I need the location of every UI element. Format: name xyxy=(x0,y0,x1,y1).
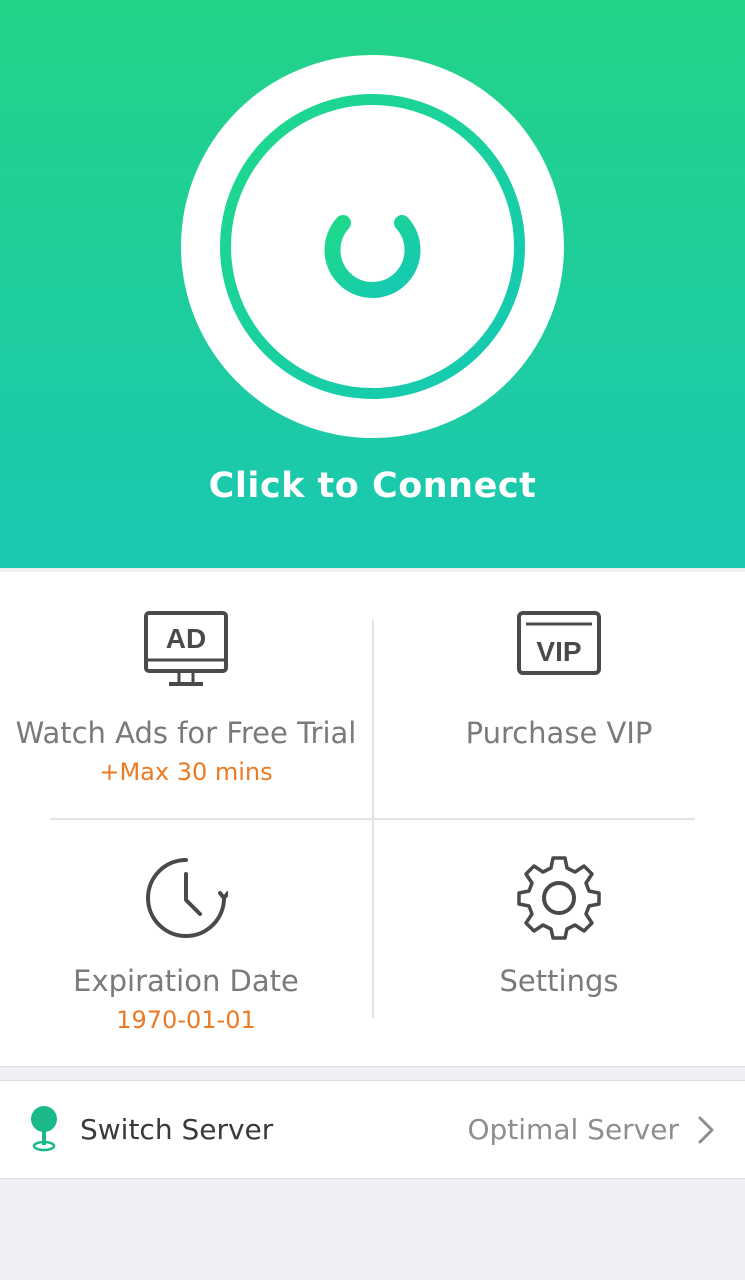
feature-grid: AD Watch Ads for Free Trial +Max 30 mins… xyxy=(0,572,745,1067)
svg-text:AD: AD xyxy=(166,623,206,654)
power-icon xyxy=(220,94,525,399)
watch-ads-subtitle: +Max 30 mins xyxy=(99,758,273,786)
switch-server-row[interactable]: Switch Server Optimal Server xyxy=(0,1080,745,1179)
connect-button[interactable] xyxy=(181,55,564,438)
svg-text:VIP: VIP xyxy=(536,636,581,667)
hero-section: Click to Connect xyxy=(0,0,745,568)
clock-icon xyxy=(146,858,228,938)
expiration-cell[interactable]: Expiration Date 1970-01-01 xyxy=(0,820,372,1067)
chevron-right-icon xyxy=(698,1116,714,1144)
watch-ads-title: Watch Ads for Free Trial xyxy=(15,716,357,750)
location-pin-icon xyxy=(31,1106,57,1152)
gear-icon xyxy=(517,856,601,940)
watch-ads-cell[interactable]: AD Watch Ads for Free Trial +Max 30 mins xyxy=(0,572,372,819)
ad-monitor-icon: AD xyxy=(144,611,228,686)
purchase-vip-title: Purchase VIP xyxy=(465,716,653,750)
expiration-date: 1970-01-01 xyxy=(116,1006,256,1034)
vip-ticket-icon: VIP xyxy=(517,611,601,675)
connect-label: Click to Connect xyxy=(208,466,537,506)
settings-cell[interactable]: Settings xyxy=(373,820,745,1067)
purchase-vip-cell[interactable]: VIP Purchase VIP xyxy=(373,572,745,819)
selected-server-value: Optimal Server xyxy=(467,1113,679,1146)
expiration-title: Expiration Date xyxy=(73,964,299,998)
settings-title: Settings xyxy=(499,964,619,998)
switch-server-label: Switch Server xyxy=(80,1113,274,1146)
